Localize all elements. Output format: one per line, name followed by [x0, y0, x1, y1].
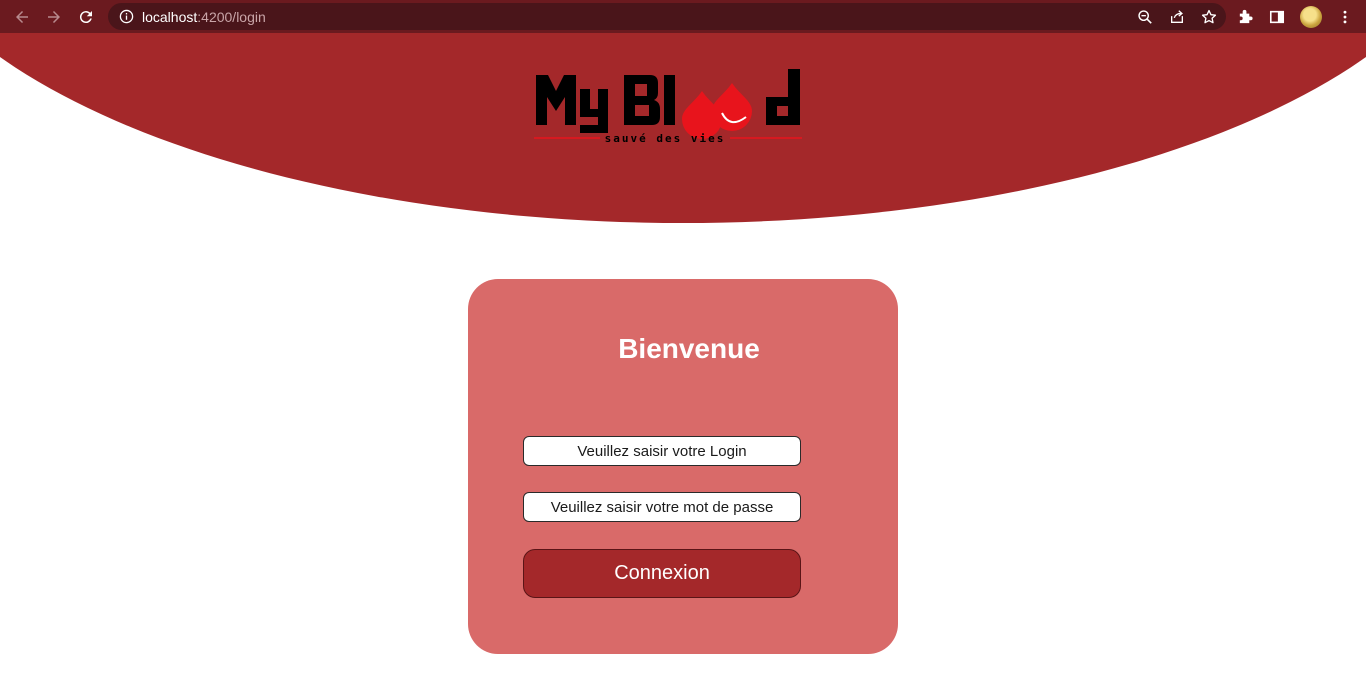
back-button[interactable] [6, 1, 38, 33]
reload-button[interactable] [70, 1, 102, 33]
login-card: Bienvenue Connexion [468, 279, 898, 654]
url-text[interactable]: localhost:4200/login [142, 9, 266, 25]
page-header: sauvé des vies [0, 33, 1366, 233]
card-title: Bienvenue [618, 333, 760, 364]
url-path: :4200/login [197, 8, 266, 25]
password-input[interactable] [523, 492, 801, 522]
forward-button[interactable] [38, 1, 70, 33]
profile-avatar[interactable] [1300, 5, 1322, 28]
side-panel-icon[interactable] [1268, 8, 1286, 26]
share-icon[interactable] [1168, 8, 1186, 26]
logo-tagline: sauvé des vies [605, 132, 726, 145]
star-icon[interactable] [1200, 8, 1218, 26]
reload-icon [79, 10, 92, 23]
login-input[interactable] [523, 436, 801, 466]
arrow-left-icon [16, 10, 28, 23]
url-host: localhost [142, 8, 198, 25]
my-blood-logo: sauvé des vies [534, 69, 802, 145]
arrow-right-icon [48, 10, 60, 23]
extensions-icon[interactable] [1236, 8, 1254, 26]
zoom-icon[interactable] [1136, 8, 1154, 26]
address-bar[interactable]: localhost:4200/login [108, 3, 1226, 30]
menu-icon[interactable] [1336, 8, 1354, 26]
info-icon[interactable] [118, 9, 134, 25]
connexion-button[interactable]: Connexion [523, 549, 801, 598]
browser-toolbar: localhost:4200/login [0, 0, 1366, 33]
